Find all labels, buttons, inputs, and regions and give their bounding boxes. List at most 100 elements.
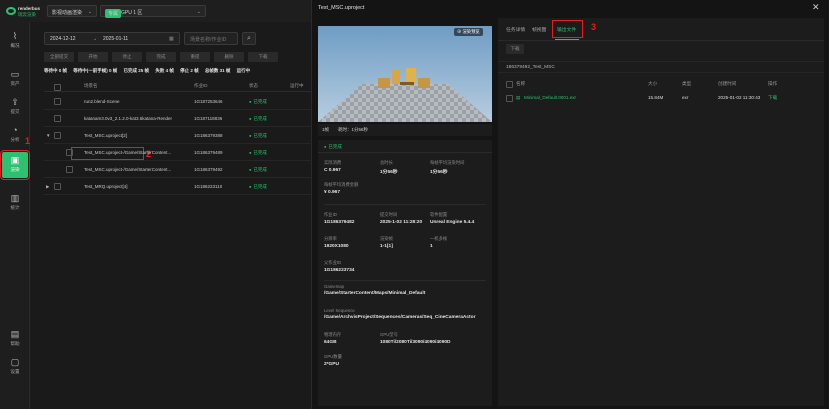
date-from: 2024-12-12 bbox=[50, 36, 76, 42]
info-submit-time: 提交时间 2025-1-02 11:28:20 bbox=[380, 212, 423, 225]
info-parent-job-id: 父作业ID 1G186223734 bbox=[324, 260, 355, 273]
file-icon: ▤ bbox=[516, 95, 521, 100]
info-frames: 渲染帧 1-1[1] bbox=[380, 236, 393, 249]
job-info-panel: 已完成 实际消费C 0.967 总时长1分56秒 每帧平均渲染时间1分56秒 每… bbox=[318, 140, 492, 406]
start-button[interactable]: 开始 bbox=[78, 52, 108, 62]
chevron-down-icon: ⌄ bbox=[87, 9, 92, 15]
info-cost: 实际消费 C 0.967 bbox=[324, 160, 342, 173]
preview-image bbox=[318, 26, 492, 122]
table-row[interactable]: ▼ Test_MSC.uproject[2] 1G186379388 已完成 bbox=[44, 128, 326, 144]
gpu-label: GPU 1 区 bbox=[121, 10, 143, 16]
table-row[interactable]: ▶ Test_MRQ.uproject[4] 1G186223110 已完成 bbox=[44, 179, 326, 195]
preview-caption: 1帧 耗时：1分56秒 bbox=[318, 124, 492, 136]
sidebar-item-assets[interactable]: ▭ 资产 bbox=[2, 66, 28, 92]
frame-stats: 等待中 0 帧 等待中(一前手帧) 0 帧 已完成 25 帧 失败 4 帧 停止… bbox=[44, 68, 251, 73]
tab-frame-view[interactable]: 帧视图 bbox=[532, 26, 546, 33]
folder-icon: ▭ bbox=[10, 69, 20, 79]
render-icon: ▣ bbox=[10, 155, 20, 165]
row-checkbox[interactable] bbox=[506, 95, 513, 102]
annotation-1: 1 bbox=[25, 136, 31, 146]
resubmit-button[interactable]: 重提 bbox=[180, 52, 210, 62]
sidebar-item-submit[interactable]: ⇪ 提交 bbox=[2, 94, 28, 120]
status-badge: 已完成 bbox=[249, 99, 267, 105]
info-job-id: 作业ID 1G186379482 bbox=[324, 212, 355, 225]
help-icon: ▤ bbox=[10, 329, 20, 339]
chevron-down-icon: ⌄ bbox=[196, 9, 201, 15]
sidebar-item-overview[interactable]: ⌇ 概况 bbox=[2, 28, 28, 54]
status-badge: 已完成 bbox=[249, 150, 267, 156]
table-row[interactable]: run2.blend-Scene 1G187253646 已完成 bbox=[44, 94, 326, 110]
render-preview[interactable]: ⊕ 渲染预览 bbox=[318, 26, 492, 122]
info-multi-frame: 一机多帧 1 bbox=[430, 236, 448, 249]
status-badge: 已完成 bbox=[318, 140, 492, 153]
info-avg-cost: 每帧平均消费金额 ¥ 0.967 bbox=[324, 182, 359, 195]
row-checkbox[interactable] bbox=[66, 149, 73, 156]
info-resolution: 分辨率 1920X1080 bbox=[324, 236, 349, 249]
breadcrumb: 186379492_Test_MSC bbox=[498, 61, 824, 73]
dashboard-icon: ⌇ bbox=[12, 31, 18, 41]
brand-name-cn: 瑞云渲染 bbox=[18, 12, 36, 17]
gpu-tag: 专属 bbox=[105, 9, 122, 18]
sidebar-item-render[interactable]: ▣ 渲染 bbox=[0, 150, 30, 180]
file-download-link[interactable]: 下载 bbox=[768, 95, 777, 101]
table-row[interactable]: Test_MSC.uproject-/Game/StarterContent..… bbox=[44, 145, 326, 161]
date-range-picker[interactable]: 2024-12-12 → 2025-01-11 ▦ bbox=[44, 32, 180, 45]
submit-all-button[interactable]: 全部提交 bbox=[44, 52, 74, 62]
info-gpu-count: GPU数量 2*GPU bbox=[324, 354, 342, 367]
search-icon: ⌕ bbox=[247, 35, 251, 42]
calendar-icon: ▦ bbox=[169, 36, 174, 42]
sidebar: ⌇ 概况 ▭ 资产 ⇪ 提交 ◔ 分析 ▣ 渲染 ▥ 统计 ▤ 帮助 ▢ 设置 bbox=[0, 22, 30, 409]
chevron-down-icon[interactable]: ▼ bbox=[46, 133, 50, 138]
job-detail-drawer: Test_MSC.uproject ✕ ⊕ 渲染预览 1帧 耗时：1分56秒 已… bbox=[311, 0, 829, 409]
delete-button[interactable]: 删除 bbox=[214, 52, 244, 62]
status-badge: 已完成 bbox=[249, 184, 267, 190]
info-gpu-model: GPU型号 1080Ti/2080Ti/3090/4090/4090D bbox=[380, 332, 451, 345]
stop-button[interactable]: 停止 bbox=[112, 52, 142, 62]
gpu-zone-select[interactable]: 专属 GPU 1 区 ⌄ bbox=[100, 5, 206, 18]
info-level-sequence: Level Sequence/Game/ArchvisProject/Seque… bbox=[324, 308, 476, 320]
table-row[interactable]: katanam3.0v3_2.1.2.0-kat3.6katana-Render… bbox=[44, 111, 326, 127]
search-button[interactable]: ⌕ bbox=[242, 32, 256, 45]
render-job-list: 2024-12-12 → 2025-01-11 ▦ 场景名称/作业ID ⌕ 全部… bbox=[36, 22, 326, 409]
annotation-3: 3 bbox=[591, 22, 597, 32]
chevron-right-icon[interactable]: ▶ bbox=[46, 184, 49, 190]
info-memory: 物理内存 64GB bbox=[324, 332, 342, 345]
status-badge: 已完成 bbox=[249, 116, 267, 122]
render-preview-button[interactable]: ⊕ 渲染预览 bbox=[454, 28, 483, 36]
brand-logo: renderbus 瑞云渲染 bbox=[6, 6, 42, 18]
row-checkbox[interactable] bbox=[54, 183, 61, 190]
date-to: 2025-01-11 bbox=[103, 36, 129, 42]
sidebar-item-help[interactable]: ▤ 帮助 bbox=[2, 326, 28, 352]
close-icon[interactable]: ✕ bbox=[812, 2, 820, 13]
complete-button[interactable]: 完成 bbox=[146, 52, 176, 62]
project-select[interactable]: 影视动画渲染 ⌄ bbox=[47, 5, 97, 17]
table-row[interactable]: Test_MSC.uproject-/Game/StarterContent..… bbox=[44, 162, 326, 178]
file-row[interactable]: ▤ Minimal_Default.0001.exr 15.84M exr 20… bbox=[498, 92, 824, 106]
chart-icon: ▥ bbox=[10, 193, 20, 203]
tab-task-detail[interactable]: 任务详情 bbox=[506, 26, 525, 33]
detail-tabs-pane: 任务详情 帧视图 输出文件 3 下载 186379492_Test_MSC 名称… bbox=[498, 18, 824, 406]
info-software: 软件配置 Unreal Engine 5.4.4 bbox=[430, 212, 475, 225]
row-checkbox[interactable] bbox=[54, 115, 61, 122]
highlight-box bbox=[552, 20, 583, 38]
download-button[interactable]: 下载 bbox=[248, 52, 278, 62]
drawer-title: Test_MSC.uproject bbox=[318, 5, 365, 11]
row-checkbox[interactable] bbox=[66, 166, 73, 173]
info-avg-time: 每帧平均渲染时间 1分56秒 bbox=[430, 160, 465, 175]
file-table-header: 名称 大小 类型 创建时间 操作 bbox=[498, 78, 824, 90]
row-checkbox[interactable] bbox=[54, 98, 61, 105]
settings-icon: ▢ bbox=[10, 357, 20, 367]
row-checkbox[interactable] bbox=[54, 132, 61, 139]
analysis-icon: ◔ bbox=[12, 125, 18, 135]
status-badge: 已完成 bbox=[249, 167, 267, 173]
sidebar-item-stats[interactable]: ▥ 统计 bbox=[2, 190, 28, 216]
download-button[interactable]: 下载 bbox=[506, 44, 524, 54]
sidebar-item-settings[interactable]: ▢ 设置 bbox=[2, 354, 28, 380]
logo-icon bbox=[6, 7, 16, 15]
table-header: 场景名 作业ID 状态 运行中 bbox=[44, 80, 326, 92]
select-all-checkbox[interactable] bbox=[54, 84, 61, 91]
search-input[interactable]: 场景名称/作业ID bbox=[184, 32, 238, 45]
file-name[interactable]: Minimal_Default.0001.exr bbox=[524, 95, 576, 100]
select-all-checkbox[interactable] bbox=[506, 81, 513, 88]
arrow-right-icon: → bbox=[92, 36, 97, 42]
